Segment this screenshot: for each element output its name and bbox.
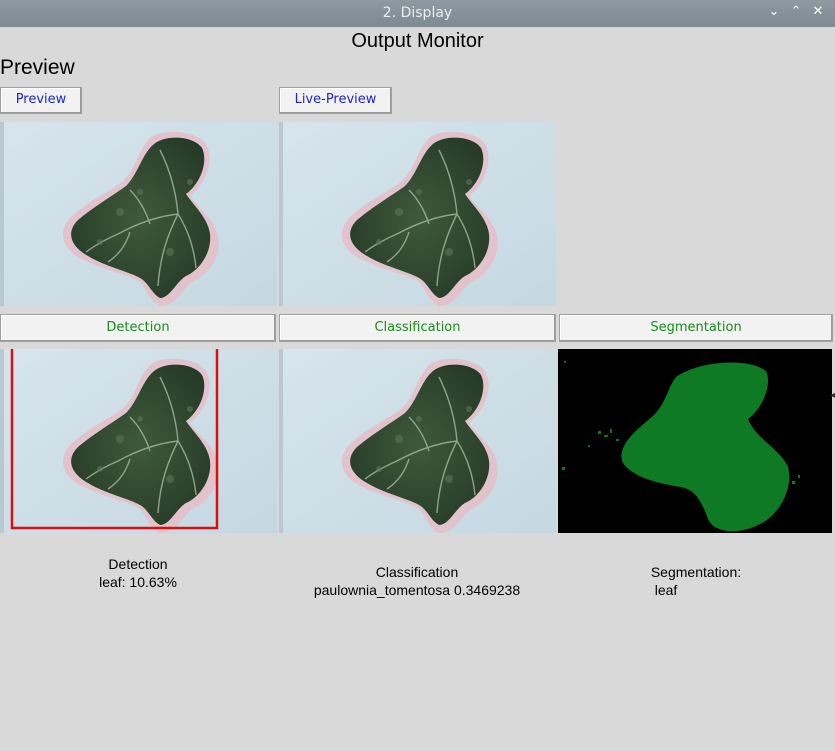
classification-image [279,349,556,533]
live-preview-button[interactable]: Live-Preview [279,87,392,114]
live-preview-image [279,122,556,306]
classification-result: Classification paulownia_tomentosa 0.346… [292,563,542,599]
section-label-preview: Preview [0,56,75,79]
segmentation-result-value: leaf [654,582,678,598]
tab-segmentation[interactable]: Segmentation [559,314,833,342]
window-titlebar: 2. Display ⌄ ⌃ ✕ [0,0,835,27]
segmentation-mask [621,362,790,532]
page-title: Output Monitor [351,30,484,52]
detection-result-value: leaf: 10.63% [99,574,177,590]
segmentation-mask-image [558,349,832,533]
close-icon[interactable]: ✕ [810,4,826,19]
segmentation-result: Segmentation: leaf [620,563,772,599]
segmentation-result-title: Segmentation: [650,564,742,580]
maximize-icon[interactable]: ⌃ [788,4,804,19]
preview-button[interactable]: Preview [0,87,82,114]
minimize-icon[interactable]: ⌄ [766,4,782,19]
tab-classification[interactable]: Classification [279,314,556,342]
preview-image [0,122,277,306]
window-edge-arrow-icon: ◂ [829,390,835,401]
window-title: 2. Display [382,5,453,21]
detection-result: Detection leaf: 10.63% [60,555,216,591]
classification-result-title: Classification [375,564,459,580]
detection-image [0,349,277,533]
tab-detection[interactable]: Detection [0,314,276,342]
detection-result-title: Detection [108,556,168,572]
classification-result-value: paulownia_tomentosa 0.3469238 [313,582,521,598]
